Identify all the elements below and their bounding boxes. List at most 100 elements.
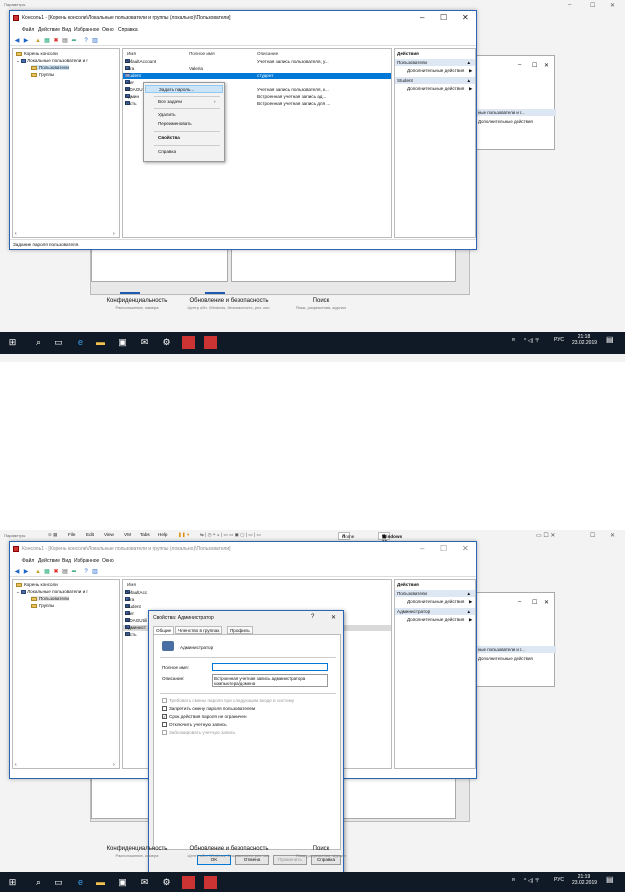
settings-search[interactable]: Поиск Язык, разрешения, журнал (276, 846, 366, 858)
close-icon[interactable]: ✕ (462, 13, 469, 22)
mmc-taskbar-icon[interactable] (182, 336, 195, 349)
tab-home[interactable]: ⌂ Home ✕ (338, 532, 354, 540)
task-view-icon[interactable]: ▭ (52, 336, 65, 349)
mail-icon[interactable]: ✉ (138, 876, 151, 889)
tree-item-local-users[interactable]: ⌄ Локальные пользователи и г (16, 58, 88, 64)
settings-privacy[interactable]: Конфиденциальность Расположение, камера (92, 846, 182, 858)
action-pane-icon[interactable]: ▥ (91, 37, 99, 45)
search-icon[interactable]: ⌕ (32, 336, 45, 349)
mmc-taskbar-icon[interactable] (204, 336, 217, 349)
checkbox-account-locked[interactable]: Заблокировать учетную запись (162, 730, 236, 736)
clock[interactable]: 21:18 23.02.2019 (572, 334, 597, 346)
edge-browser-icon[interactable]: e (74, 336, 87, 349)
checkbox-password-never-expires[interactable]: ✓ Срок действия пароля не ограничен (162, 714, 246, 720)
action-pane-icon[interactable]: ▥ (91, 568, 99, 576)
menu-help[interactable]: Help (158, 532, 167, 537)
minimize-icon[interactable]: – (420, 13, 424, 22)
table-row[interactable]: Lera (123, 597, 391, 603)
folder-up-icon[interactable]: ▲ (34, 568, 42, 576)
windows-start-icon[interactable]: ⊞ (6, 876, 19, 889)
minimize-icon[interactable]: – (568, 2, 571, 8)
minimize-icon[interactable]: – (518, 62, 521, 68)
actions-item[interactable]: Дополнительные действия (478, 119, 533, 124)
actions-item[interactable]: Дополнительные действия (478, 656, 533, 661)
vm-toolbar-icons[interactable]: ⇆ | ◷ ◓ ◒ | ▭ ▭ ▣ ▢ | ▭ | ▭ (200, 532, 261, 538)
menu-action[interactable]: Действие (38, 27, 60, 33)
help-icon[interactable]: ? (82, 37, 90, 45)
pause-icon[interactable]: ❚❚ ▾ (178, 532, 189, 538)
table-row[interactable]: DefaultAccount Учетная запись пользовател… (123, 59, 391, 65)
menu-view[interactable]: View (104, 532, 114, 537)
settings-search[interactable]: Поиск Язык, разрешения, журнал (276, 298, 366, 310)
tab-general[interactable]: Общие (153, 626, 175, 634)
folder-up-icon[interactable]: ▲ (34, 37, 42, 45)
actions-group-users[interactable]: Пользователи ▲ (395, 59, 475, 66)
menu-tabs[interactable]: Tabs (140, 532, 150, 537)
actions-group-users[interactable]: Пользователи ▲ (395, 590, 475, 597)
dialog-help-icon[interactable]: ? (311, 614, 314, 620)
settings-update[interactable]: Обновление и безопасность Центр обн. Win… (184, 298, 274, 310)
menu-file[interactable]: File (68, 532, 75, 537)
close-icon[interactable]: ✕ (544, 62, 549, 69)
actions-group[interactable]: ные пользователи и г... (476, 646, 556, 653)
console-tree-icon[interactable]: ▦ (43, 568, 51, 576)
notifications-icon[interactable]: ▤ (606, 875, 614, 884)
notifications-icon[interactable]: ▤ (606, 335, 614, 344)
clock[interactable]: 21:19 23.02.2019 (572, 874, 597, 886)
actions-item-more[interactable]: Дополнительные действия ▶ (407, 599, 473, 604)
actions-item-more[interactable]: Дополнительные действия ▶ (407, 617, 473, 622)
maximize-icon[interactable]: ☐ (532, 599, 537, 606)
checkbox-change-password-next-logon[interactable]: Требовать смены пароля при следующем вхо… (162, 698, 294, 704)
fullname-input[interactable] (212, 663, 328, 671)
actions-group[interactable]: ные пользователи и г... (476, 109, 556, 116)
scroll-right-icon[interactable]: › (113, 762, 115, 768)
tree-item-groups[interactable]: Группы (31, 603, 54, 608)
menu-item-help[interactable]: Справка (158, 149, 176, 154)
close-icon[interactable]: ✕ (331, 614, 336, 621)
people-icon[interactable]: ᴙ (512, 877, 515, 883)
tree-item-users[interactable]: Пользователи (31, 596, 69, 601)
maximize-icon[interactable]: ☐ (440, 544, 447, 553)
actions-item-more[interactable]: Дополнительные действия ▶ (407, 68, 473, 73)
console-tree-icon[interactable]: ▦ (43, 37, 51, 45)
tree-item-groups[interactable]: Группы (31, 72, 54, 77)
menu-view[interactable]: Вид (62, 558, 71, 564)
menu-vm[interactable]: VM (124, 532, 131, 537)
settings-privacy[interactable]: Конфиденциальность Расположение, камера (92, 298, 182, 310)
close-icon[interactable]: ✕ (610, 532, 615, 539)
mail-icon[interactable]: ✉ (138, 336, 151, 349)
export-icon[interactable]: ➦ (70, 37, 78, 45)
maximize-icon[interactable]: ☐ (590, 532, 595, 539)
table-row[interactable]: DefaultAcc (123, 590, 391, 596)
maximize-icon[interactable]: ☐ (532, 62, 537, 69)
actions-group-admin[interactable]: Администратор ▲ (395, 608, 475, 615)
tree-item-local-users[interactable]: ⌄ Локальные пользователи и г (16, 589, 88, 595)
properties-icon[interactable]: ▤ (61, 37, 69, 45)
windows-start-icon[interactable]: ⊞ (6, 336, 19, 349)
menu-item-properties[interactable]: Свойства (158, 135, 180, 140)
tab-member-of[interactable]: Членство в группах (175, 626, 223, 634)
store-icon[interactable]: ▣ (116, 876, 129, 889)
minimize-icon[interactable]: – (420, 544, 424, 553)
language-indicator[interactable]: РУС (554, 337, 564, 343)
menu-favorites[interactable]: Избранное (74, 558, 99, 564)
description-input[interactable]: Встроенная учетная запись администратора… (212, 674, 328, 687)
tree-item-root[interactable]: Корень консоли (16, 582, 58, 587)
menu-item-set-password[interactable]: Задать пароль... (145, 85, 223, 93)
table-row[interactable]: Lera Valeria (123, 66, 391, 72)
close-icon[interactable]: ✕ (462, 544, 469, 553)
actions-group-student[interactable]: Student ▲ (395, 77, 475, 84)
column-header-name[interactable]: Имя (127, 582, 136, 587)
menu-edit[interactable]: Edit (86, 532, 94, 537)
checkbox-cannot-change-password[interactable]: Запретить смену пароля пользователем (162, 706, 255, 712)
scroll-right-icon[interactable]: › (113, 231, 115, 237)
close-icon[interactable]: ✕ (610, 2, 615, 9)
settings-gear-icon[interactable]: ⚙ (160, 876, 173, 889)
language-indicator[interactable]: РУС (554, 877, 564, 883)
settings-gear-icon[interactable]: ⚙ (160, 336, 173, 349)
menu-item-rename[interactable]: Переименовать (158, 121, 192, 126)
search-icon[interactable]: ⌕ (32, 876, 45, 889)
delete-icon[interactable]: ✖ (52, 568, 60, 576)
forward-arrow-icon[interactable]: ▶ (22, 37, 30, 45)
actions-item-more[interactable]: Дополнительные действия ▶ (407, 86, 473, 91)
